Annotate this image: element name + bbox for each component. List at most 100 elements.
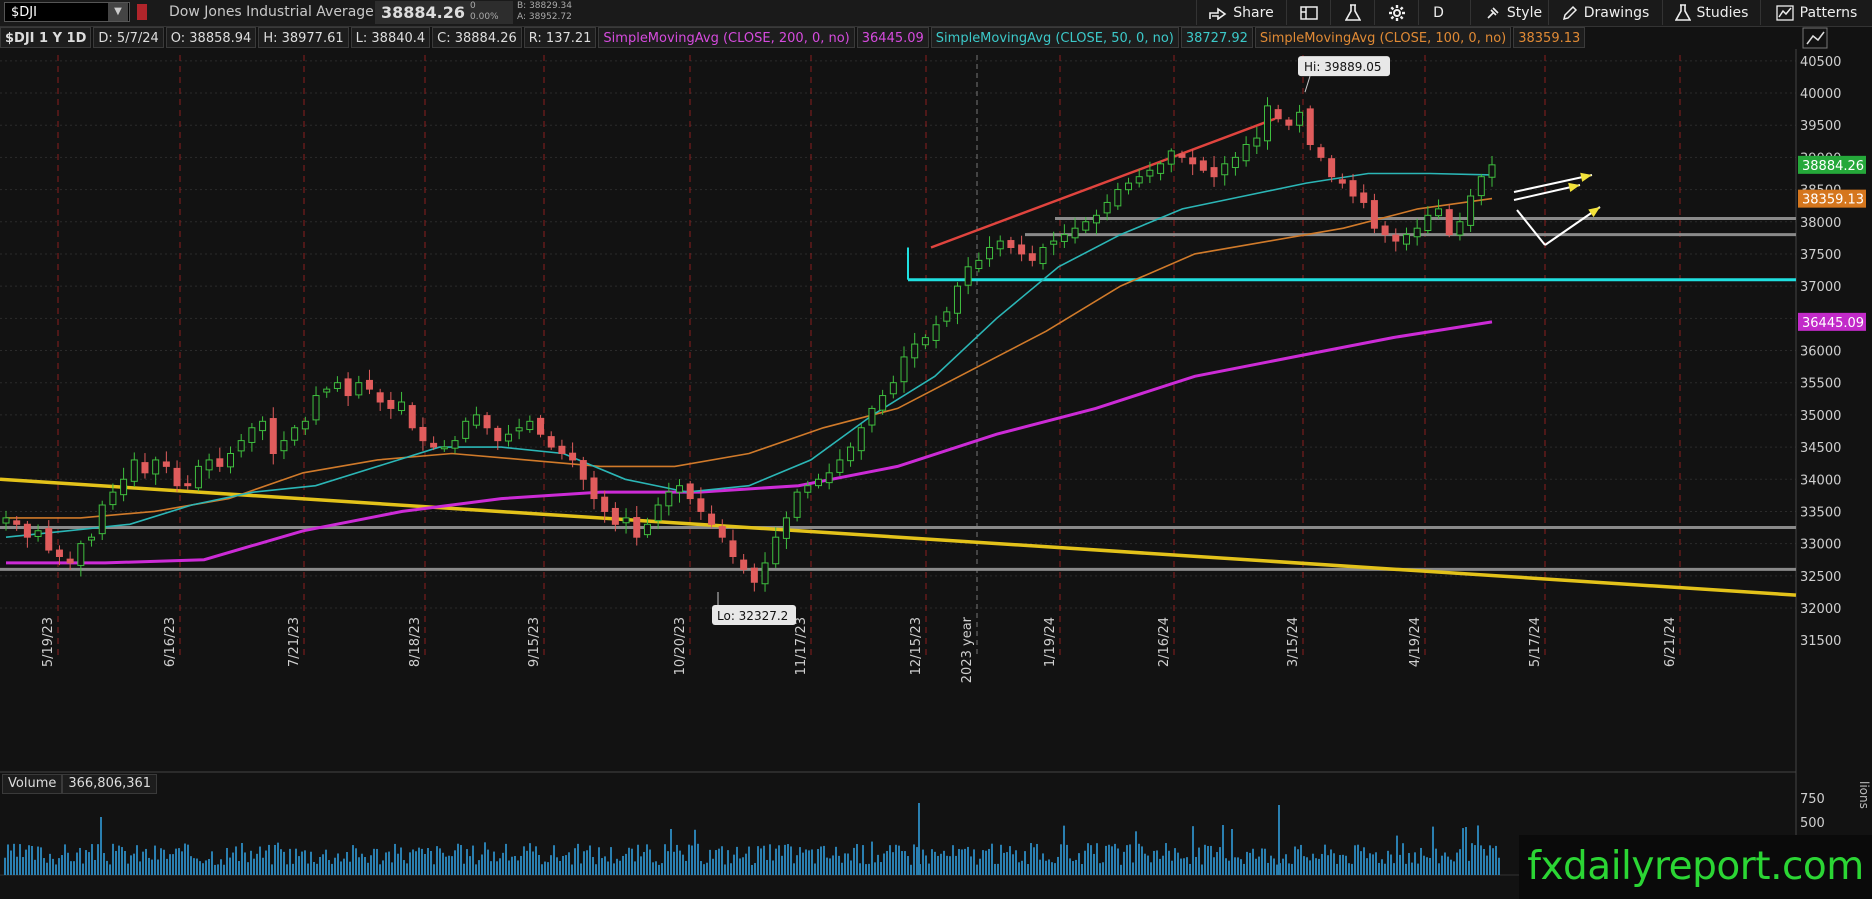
volume-bar: [427, 847, 429, 875]
sma100-label[interactable]: SimpleMovingAvg (CLOSE, 100, 0, no): [1254, 27, 1512, 48]
symbol-link-flag-icon[interactable]: [137, 4, 147, 20]
volume-bar: [1039, 859, 1041, 875]
style-button[interactable]: Style: [1470, 0, 1556, 25]
volume-bar: [442, 852, 444, 875]
aggregation-period-button[interactable]: D: [1418, 0, 1458, 25]
sma50-label[interactable]: SimpleMovingAvg (CLOSE, 50, 0, no): [930, 27, 1179, 48]
volume-bar: [175, 848, 177, 875]
volume-bar: [754, 863, 756, 875]
volume-bar: [1375, 852, 1377, 875]
price-tick-label: 34500: [1800, 441, 1841, 456]
sma200-price-tag-text: 36445.09: [1802, 316, 1864, 331]
volume-bar: [988, 848, 990, 875]
expiration-label: 2023 year: [960, 616, 975, 683]
volume-bar: [628, 847, 630, 875]
candle-body: [1263, 105, 1271, 142]
volume-bar: [259, 846, 261, 875]
candle-body: [772, 536, 780, 565]
volume-bar: [148, 857, 150, 875]
candle-body: [1221, 163, 1229, 176]
share-button[interactable]: Share: [1196, 0, 1286, 25]
volume-bar: [1234, 857, 1236, 875]
volume-bar: [559, 860, 561, 875]
lab-button[interactable]: [1330, 0, 1374, 25]
volume-bar: [631, 848, 633, 875]
sma200-label[interactable]: SimpleMovingAvg (CLOSE, 200, 0, no): [598, 27, 855, 48]
volume-bar: [1060, 844, 1062, 875]
volume-bar: [460, 845, 462, 875]
volume-bar: [976, 864, 978, 875]
candle-body: [1135, 176, 1143, 184]
volume-bar: [484, 842, 486, 875]
volume-bar: [328, 860, 330, 875]
volume-bar: [991, 843, 993, 875]
volume-bar: [274, 844, 276, 875]
candle-body: [953, 285, 961, 314]
volume-bar: [907, 856, 909, 875]
symbol-dropdown-icon[interactable]: ▼: [108, 3, 128, 21]
header-symbol-period[interactable]: $DJI 1 Y 1D: [0, 27, 92, 48]
candle-body: [162, 461, 170, 467]
volume-bar: [247, 862, 249, 875]
volume-bar: [76, 852, 78, 875]
volume-bar: [898, 845, 900, 875]
candle-body: [868, 407, 876, 426]
volume-bar: [1381, 859, 1383, 875]
volume-bar: [1177, 852, 1179, 875]
volume-bar: [1294, 846, 1296, 875]
volume-bar: [679, 850, 681, 875]
volume-bar: [190, 856, 192, 875]
patterns-button[interactable]: Patterns: [1760, 0, 1872, 25]
volume-bar: [1366, 858, 1368, 875]
volume-bar: [958, 849, 960, 875]
volume-bar: [1108, 844, 1110, 875]
candle-body: [1488, 164, 1496, 178]
volume-bar: [1471, 843, 1473, 875]
studies-button[interactable]: Studies: [1662, 0, 1760, 25]
volume-bar: [796, 855, 798, 875]
chart-settings-button[interactable]: [1286, 0, 1330, 25]
volume-bar: [1036, 843, 1038, 875]
volume-bar: [1300, 844, 1302, 875]
volume-bar: [916, 847, 918, 875]
volume-bar: [1351, 863, 1353, 875]
volume-bar: [880, 862, 882, 875]
volume-bar: [157, 859, 159, 875]
volume-bar: [1135, 831, 1137, 875]
expiration-label: 5/19/23: [41, 617, 56, 667]
volume-bar: [532, 851, 534, 875]
expiration-label: 6/16/23: [163, 617, 178, 667]
volume-bar: [1261, 848, 1263, 875]
volume-bar: [1474, 845, 1476, 875]
candle-body: [45, 528, 53, 551]
share-icon: [1209, 6, 1227, 20]
candle-body: [504, 433, 512, 442]
volume-bar: [970, 856, 972, 875]
volume-bar: [58, 858, 60, 875]
candle-body: [55, 549, 63, 557]
settings-button[interactable]: [1374, 0, 1418, 25]
volume-bar: [1309, 860, 1311, 875]
share-label: Share: [1233, 4, 1274, 21]
volume-bar: [733, 854, 735, 875]
volume-bar: [715, 850, 717, 875]
volume-bar: [934, 851, 936, 875]
header-range: R: 137.21: [523, 27, 597, 48]
volume-bar: [223, 864, 225, 875]
volume-bar: [586, 850, 588, 875]
price-chart[interactable]: 5/19/23 6/16/23 7/21/23 8/18/23 9/15/23 10/20…: [0, 27, 1872, 771]
volume-bar: [595, 864, 597, 875]
drawings-button[interactable]: Drawings: [1548, 0, 1662, 25]
volume-bar: [1390, 854, 1392, 875]
candle-body: [419, 426, 427, 442]
volume-bar: [1126, 845, 1128, 875]
volume-bar: [1399, 854, 1401, 875]
volume-bar: [1342, 854, 1344, 875]
volume-bar: [541, 864, 543, 875]
volume-bar: [511, 856, 513, 875]
volume-bar: [826, 857, 828, 875]
volume-bar: [1264, 848, 1266, 875]
volume-bar: [775, 848, 777, 875]
volume-bar: [1348, 863, 1350, 875]
volume-label[interactable]: Volume: [2, 774, 63, 794]
